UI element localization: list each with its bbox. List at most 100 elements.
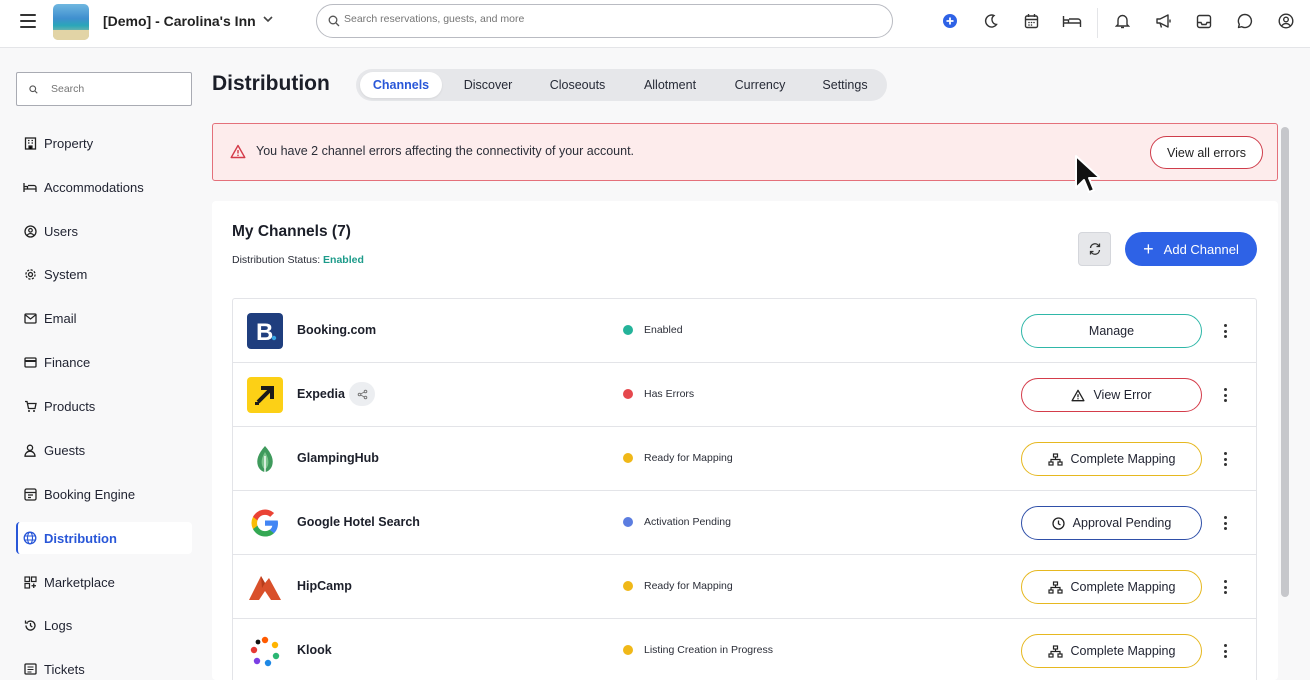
sidebar-item-tickets[interactable]: Tickets <box>16 653 192 680</box>
tab-allotment[interactable]: Allotment <box>627 72 713 98</box>
channel-name: Booking.com <box>297 323 377 337</box>
inbox-icon[interactable] <box>1195 12 1213 30</box>
property-name[interactable]: [Demo] - Carolina's Inn <box>103 13 256 29</box>
top-bar: [Demo] - Carolina's Inn <box>0 0 1310 48</box>
more-options-icon[interactable] <box>1219 643 1231 659</box>
bed-icon[interactable] <box>1062 12 1082 30</box>
more-options-icon[interactable] <box>1219 579 1231 595</box>
scrollbar[interactable] <box>1281 127 1289 597</box>
channel-errors-alert: You have 2 channel errors affecting the … <box>212 123 1278 181</box>
account-icon[interactable] <box>1277 12 1295 30</box>
sidebar-search-input[interactable] <box>51 83 181 95</box>
approval-pending-button[interactable]: Approval Pending <box>1021 506 1202 540</box>
sidebar-item-booking-engine[interactable]: Booking Engine <box>16 478 192 510</box>
table-row: Google Hotel Search Activation Pending A… <box>233 491 1256 555</box>
status-dot <box>623 453 633 463</box>
sidebar-item-marketplace[interactable]: Marketplace <box>16 566 192 598</box>
sidebar-item-system[interactable]: System <box>16 258 192 290</box>
tab-closeouts[interactable]: Closeouts <box>534 72 621 98</box>
channel-status: Has Errors <box>623 388 694 400</box>
history-icon <box>23 618 37 632</box>
action-label: Complete Mapping <box>1070 644 1176 658</box>
sidebar-item-label: Finance <box>44 354 91 370</box>
sidebar-item-users[interactable]: Users <box>16 215 192 247</box>
more-options-icon[interactable] <box>1219 323 1231 339</box>
sidebar-item-property[interactable]: Property <box>16 127 192 159</box>
clock-icon <box>1052 516 1065 530</box>
tab-channels[interactable]: Channels <box>360 72 442 98</box>
more-options-icon[interactable] <box>1219 387 1231 403</box>
global-search-input[interactable] <box>344 13 864 25</box>
sidebar-item-label: Products <box>44 398 96 414</box>
sidebar-item-products[interactable]: Products <box>16 390 192 422</box>
menu-icon[interactable] <box>20 14 36 28</box>
view-all-errors-button[interactable]: View all errors <box>1150 136 1263 169</box>
status-text: Ready for Mapping <box>644 452 733 464</box>
megaphone-icon[interactable] <box>1154 12 1172 30</box>
channel-name: GlampingHub <box>297 451 379 465</box>
svg-text:B: B <box>256 319 273 346</box>
channel-status: Ready for Mapping <box>623 452 733 464</box>
sidebar-item-email[interactable]: Email <box>16 302 192 334</box>
share-icon[interactable] <box>349 382 375 406</box>
view-error-button[interactable]: View Error <box>1021 378 1202 412</box>
building-icon <box>23 136 37 150</box>
sidebar-item-guests[interactable]: Guests <box>16 434 192 466</box>
action-label: View Error <box>1093 388 1152 402</box>
channels-table: B Booking.com Enabled Manage Expedia Has… <box>232 298 1257 680</box>
distribution-status-value: Enabled <box>323 254 364 266</box>
alert-message: You have 2 channel errors affecting the … <box>256 144 635 158</box>
action-label: Complete Mapping <box>1070 452 1176 466</box>
moon-icon[interactable] <box>982 12 1000 30</box>
manage-button[interactable]: Manage <box>1021 314 1202 348</box>
sidebar-item-label: Distribution <box>44 530 117 546</box>
add-channel-button[interactable]: + Add Channel <box>1125 232 1257 266</box>
chevron-down-icon[interactable] <box>263 14 273 26</box>
refresh-button[interactable] <box>1078 232 1111 266</box>
sidebar-item-finance[interactable]: Finance <box>16 346 192 378</box>
complete-mapping-button[interactable]: Complete Mapping <box>1021 634 1202 668</box>
globe-icon <box>23 531 37 545</box>
action-label: Approval Pending <box>1072 516 1172 530</box>
bed-icon <box>23 180 37 194</box>
sidebar-search[interactable] <box>16 72 192 106</box>
tab-currency[interactable]: Currency <box>719 72 801 98</box>
divider <box>1097 8 1098 38</box>
distribution-tabs: Channels Discover Closeouts Allotment Cu… <box>356 69 887 101</box>
channel-name: Google Hotel Search <box>297 515 420 529</box>
status-text: Ready for Mapping <box>644 580 733 592</box>
sidebar-item-logs[interactable]: Logs <box>16 609 192 641</box>
sidebar-item-label: Booking Engine <box>44 486 136 502</box>
tab-settings[interactable]: Settings <box>807 72 883 98</box>
action-label: Manage <box>1088 324 1135 338</box>
plus-icon: + <box>1143 239 1154 259</box>
google-logo <box>247 505 283 541</box>
mail-icon <box>23 311 37 325</box>
status-text: Has Errors <box>644 388 695 400</box>
global-search[interactable] <box>316 4 893 38</box>
more-options-icon[interactable] <box>1219 451 1231 467</box>
page-title: Distribution <box>212 72 330 95</box>
calendar-icon[interactable] <box>1022 12 1040 30</box>
chat-icon[interactable] <box>1236 12 1254 30</box>
sidebar-item-accommodations[interactable]: Accommodations <box>16 171 192 203</box>
action-label: Complete Mapping <box>1070 580 1176 594</box>
mouse-cursor-icon <box>1075 155 1100 193</box>
channel-name: HipCamp <box>297 579 352 593</box>
distribution-status: Distribution Status: Enabled <box>232 254 364 266</box>
refresh-icon <box>1089 243 1100 255</box>
warning-icon <box>230 144 246 159</box>
status-text: Enabled <box>644 324 683 336</box>
more-options-icon[interactable] <box>1219 515 1231 531</box>
sidebar-item-distribution[interactable]: Distribution <box>16 522 192 554</box>
add-plus-icon[interactable] <box>941 12 959 30</box>
sidebar-item-label: Tickets <box>44 661 85 677</box>
table-row: GlampingHub Ready for Mapping Complete M… <box>233 427 1256 491</box>
bell-icon[interactable] <box>1113 12 1131 30</box>
tab-discover[interactable]: Discover <box>448 72 528 98</box>
status-dot <box>623 325 633 335</box>
glampinghub-logo <box>247 441 283 477</box>
complete-mapping-button[interactable]: Complete Mapping <box>1021 442 1202 476</box>
property-thumbnail[interactable] <box>53 4 89 40</box>
complete-mapping-button[interactable]: Complete Mapping <box>1021 570 1202 604</box>
